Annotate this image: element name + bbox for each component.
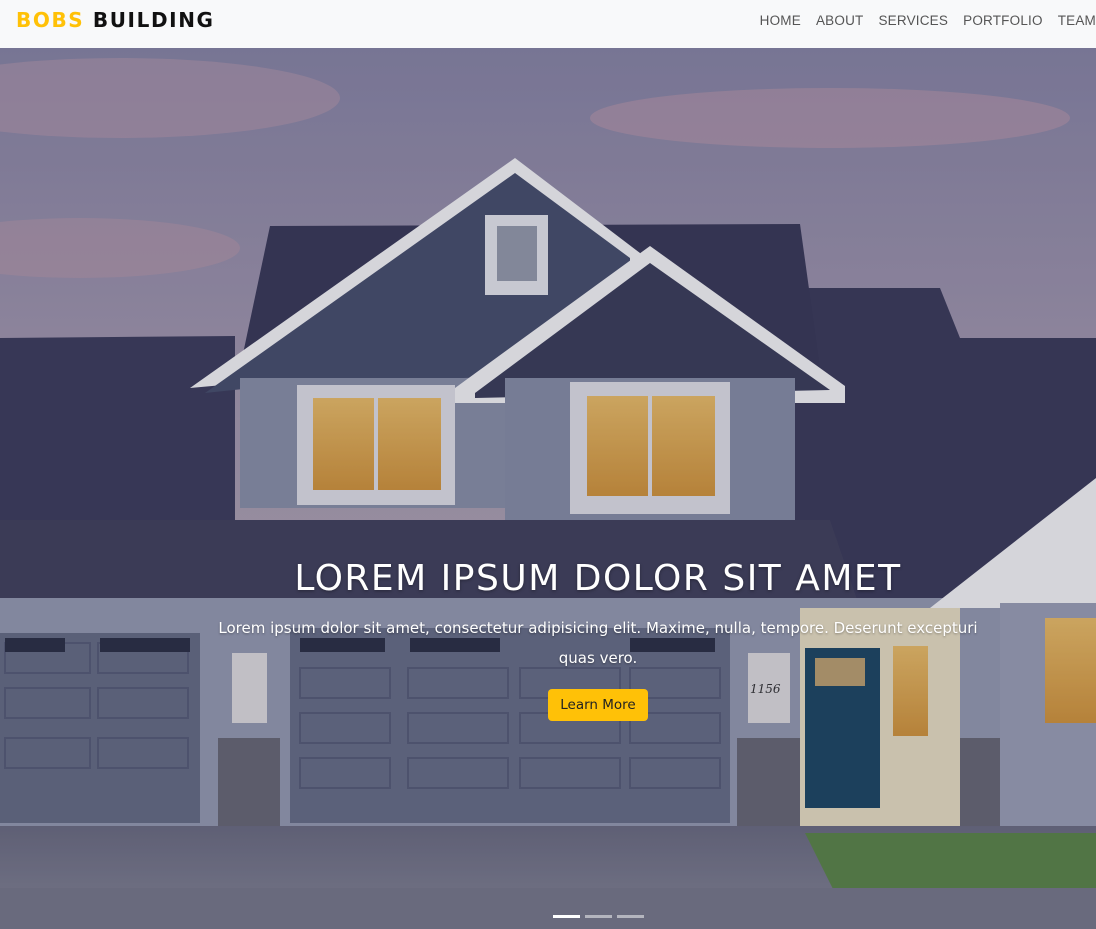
hero-title: LOREM IPSUM DOLOR SIT AMET [294, 558, 902, 599]
carousel-caption: LOREM IPSUM DOLOR SIT AMET Lorem ipsum d… [0, 558, 1096, 721]
brand-part-2: BUILDING [92, 8, 215, 32]
nav-item-portfolio[interactable]: PORTFOLIO [963, 13, 1043, 28]
carousel-indicator-1[interactable] [553, 915, 580, 918]
nav-item-about[interactable]: ABOUT [816, 13, 864, 28]
navbar: BOBS BUILDING HOME ABOUT SERVICES PORTFO… [0, 0, 1096, 48]
nav-item-team[interactable]: TEAM [1058, 13, 1096, 28]
hero-carousel: 1156 LOREM IPSUM DOLOR SIT AMET Lorem ip… [0, 48, 1096, 929]
hero-description: Lorem ipsum dolor sit amet, consectetur … [218, 619, 978, 667]
carousel-indicator-3[interactable] [617, 915, 644, 918]
nav-links: HOME ABOUT SERVICES PORTFOLIO TEAM [745, 13, 1096, 28]
learn-more-button[interactable]: Learn More [548, 689, 648, 721]
nav-item-home[interactable]: HOME [760, 13, 801, 28]
brand-part-1: BOBS [16, 8, 85, 32]
hero-overlay [0, 48, 1096, 929]
carousel-indicators [553, 915, 649, 918]
carousel-indicator-2[interactable] [585, 915, 612, 918]
brand-logo[interactable]: BOBS BUILDING [16, 8, 215, 32]
nav-item-services[interactable]: SERVICES [878, 13, 948, 28]
